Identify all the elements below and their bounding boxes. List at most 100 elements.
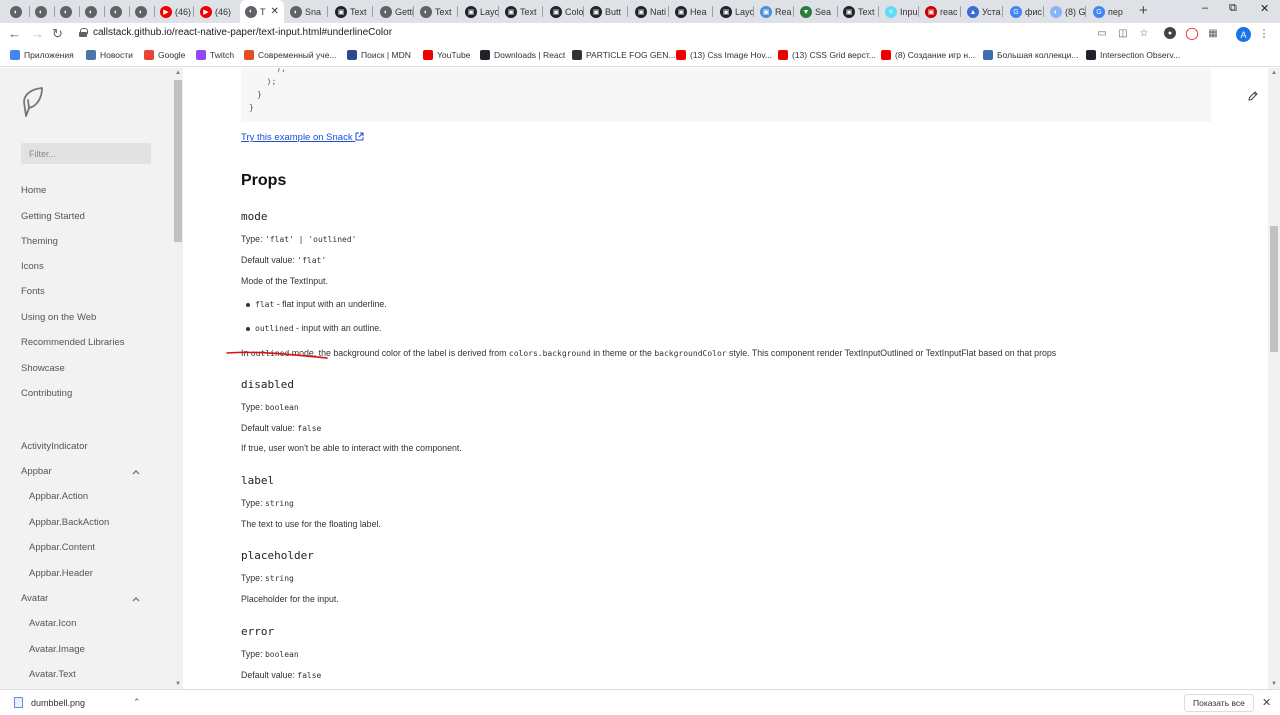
bookmark-item[interactable]: Большая коллекци... (983, 50, 1078, 60)
browser-tab[interactable]: ▣ Butt (585, 2, 627, 22)
maximize-icon[interactable]: ⧉ (1229, 2, 1237, 15)
tab-separator (372, 6, 373, 17)
browser-tab[interactable]: ▣ Layo (715, 2, 753, 22)
bookmark-item[interactable]: Приложения (10, 50, 74, 60)
minimize-icon[interactable]: – (1202, 2, 1208, 14)
close-tab-icon[interactable]: ✕ (271, 6, 279, 17)
paper-logo-icon[interactable] (20, 86, 48, 122)
sidebar-item[interactable]: Appbar (21, 466, 52, 477)
scroll-down-icon[interactable]: ▼ (1271, 681, 1277, 687)
sidebar-item[interactable]: Icons (21, 261, 44, 272)
prop-description-mode: Mode of the TextInput. (241, 276, 328, 286)
extension-puzzle-icon[interactable]: ▦ (1207, 27, 1219, 39)
browser-tab[interactable]: Gпер (1088, 2, 1128, 22)
browser-tab[interactable]: ▣ Nati (630, 2, 668, 22)
browser-tab[interactable]: ▶ (46) (155, 2, 193, 22)
browser-tab[interactable]: ▣ reac (920, 2, 960, 22)
browser-tab[interactable]: ▣ Text (838, 2, 878, 22)
translate-icon[interactable]: ◫ (1117, 27, 1129, 39)
browser-tab[interactable]: ⚛ Inpu (880, 2, 918, 22)
browser-tab[interactable]: ◐ Text (415, 2, 457, 22)
bookmark-item[interactable]: Downloads | React (480, 50, 565, 60)
page-scroll-thumb[interactable] (1270, 226, 1278, 352)
browser-tab[interactable]: ▼ Sea (795, 2, 837, 22)
sidebar-item[interactable]: Avatar.Image (29, 644, 85, 655)
bookmark-item[interactable]: PARTICLE FOG GEN... (572, 50, 675, 60)
sidebar-scrollbar[interactable]: ▲ ▼ (173, 68, 183, 689)
browser-tab[interactable]: Gфис (1005, 2, 1043, 22)
scroll-up-icon[interactable]: ▲ (175, 70, 181, 76)
sidebar-item[interactable]: Showcase (21, 363, 65, 374)
bookmark-item[interactable]: Google (144, 50, 185, 60)
browser-tab[interactable]: ◐ (105, 2, 129, 22)
bookmark-item[interactable]: Новости (86, 50, 133, 60)
sidebar-item[interactable]: Recommended Libraries (21, 337, 125, 348)
browser-tab[interactable]: ◐ (80, 2, 104, 22)
browser-tab[interactable]: ▶ (46) (195, 2, 233, 22)
scroll-up-icon[interactable]: ▲ (1271, 70, 1277, 76)
browser-tab[interactable]: ◐ T ✕ (240, 0, 284, 23)
extension-icon[interactable]: ● (1164, 27, 1176, 39)
new-tab-icon[interactable]: + (1139, 3, 1148, 19)
browser-tab[interactable]: ◐ (5, 2, 29, 22)
browser-tab[interactable]: ◐ (55, 2, 79, 22)
back-icon[interactable]: ← (8, 26, 21, 42)
sidebar-item[interactable]: Fonts (21, 286, 45, 297)
window-close-icon[interactable]: ✕ (1260, 2, 1269, 15)
browser-tab[interactable]: ▣ Hea (670, 2, 712, 22)
page-scrollbar[interactable]: ▲ ▼ (1268, 68, 1280, 689)
bookmark-item[interactable]: Современный уче... (244, 50, 337, 60)
sidebar-item[interactable]: Avatar (21, 593, 48, 604)
sidebar-item[interactable]: Using on the Web (21, 312, 96, 323)
address-bar[interactable]: callstack.github.io/react-native-paper/t… (79, 27, 392, 38)
browser-tab[interactable]: ◐ (8) G (1045, 2, 1085, 22)
browser-tab[interactable]: ▣ Rea (755, 2, 793, 22)
sidebar-item[interactable]: Appbar.Action (29, 491, 88, 502)
sidebar-item[interactable]: Avatar.Text (29, 669, 76, 680)
browser-tab[interactable]: ◐ Getti (375, 2, 413, 22)
browser-tab[interactable]: ◐ Sna (285, 2, 327, 22)
sidebar-item[interactable]: Getting Started (21, 211, 85, 222)
bookmark-item[interactable]: YouTube (423, 50, 470, 60)
chevron-up-icon[interactable] (132, 595, 140, 603)
snack-link[interactable]: Try this example on Snack (241, 132, 364, 143)
browser-tab[interactable]: ▲ Уста (962, 2, 1002, 22)
tab-favicon-icon: G (1010, 6, 1022, 18)
chevron-up-icon[interactable] (132, 468, 140, 476)
edit-pencil-icon[interactable] (1247, 90, 1259, 102)
browser-tab[interactable]: ▣ Layo (460, 2, 498, 22)
browser-tab[interactable]: ▣ Colo (545, 2, 583, 22)
sidebar-item[interactable]: Theming (21, 236, 58, 247)
close-icon[interactable]: ✕ (1262, 696, 1271, 709)
browser-tab[interactable]: ◐ (130, 2, 154, 22)
bookmark-item[interactable]: (13) CSS Grid верст... (778, 50, 876, 60)
bookmark-star-icon[interactable]: ☆ (1138, 27, 1150, 39)
browser-tab[interactable]: ▣ Text (500, 2, 542, 22)
bookmark-item[interactable]: Intersection Observ... (1086, 50, 1180, 60)
browser-tab[interactable]: ▣ Text (330, 2, 372, 22)
chevron-up-icon[interactable]: ⌃ (133, 697, 141, 708)
profile-avatar[interactable]: A (1236, 27, 1251, 42)
bookmark-item[interactable]: (8) Создание игр н... (881, 50, 975, 60)
sidebar-item[interactable]: Appbar.BackAction (29, 517, 109, 528)
install-app-icon[interactable]: ▭ (1096, 27, 1108, 39)
opera-icon[interactable]: ◯ (1185, 26, 1198, 40)
browser-tab[interactable]: ◐ (30, 2, 54, 22)
menu-kebab-icon[interactable]: ⋮ (1258, 27, 1270, 40)
bookmark-item[interactable]: Поиск | MDN (347, 50, 411, 60)
download-item[interactable]: dumbbell.png (14, 697, 85, 708)
sidebar-item[interactable]: ActivityIndicator (21, 441, 88, 452)
sidebar-item[interactable]: Appbar.Content (29, 542, 95, 553)
bookmark-item[interactable]: (13) Css Image Hov... (676, 50, 772, 60)
sidebar-item[interactable]: Home (21, 185, 46, 196)
bookmark-item[interactable]: Twitch (196, 50, 234, 60)
reload-icon[interactable]: ↻ (52, 26, 63, 42)
forward-icon[interactable]: → (31, 26, 44, 42)
show-all-downloads-button[interactable]: Показать все (1184, 694, 1254, 712)
sidebar-item[interactable]: Avatar.Icon (29, 618, 76, 629)
sidebar-item[interactable]: Contributing (21, 388, 72, 399)
sidebar-item[interactable]: Appbar.Header (29, 568, 93, 579)
scroll-down-icon[interactable]: ▼ (175, 681, 181, 687)
sidebar-scroll-thumb[interactable] (174, 80, 182, 242)
filter-input[interactable] (21, 143, 151, 164)
